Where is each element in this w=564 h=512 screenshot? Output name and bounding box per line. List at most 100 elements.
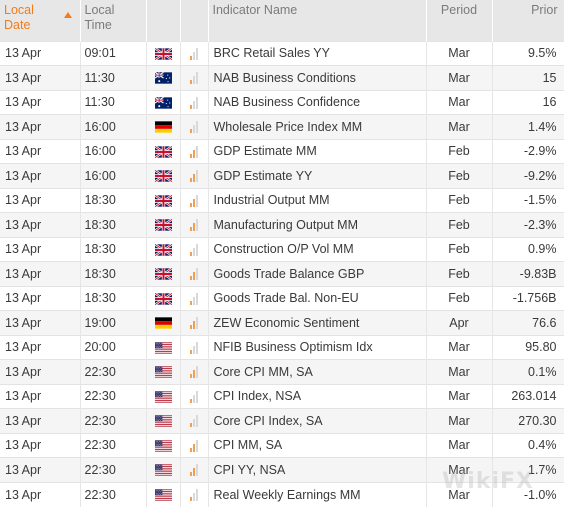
table-row[interactable]: 13 Apr 22:30 CPI MM, SA Mar 0.4% <box>0 432 564 458</box>
table-row[interactable]: 13 Apr 19:00 ZEW Economic Sentiment Apr … <box>0 310 564 335</box>
column-header-prior[interactable]: Prior <box>492 0 564 41</box>
period-cell: Feb <box>426 138 493 164</box>
indicator-name-cell[interactable]: Goods Trade Balance GBP <box>208 261 427 286</box>
indicator-name-cell[interactable]: Core CPI MM, SA <box>208 359 427 384</box>
table-row[interactable]: 13 Apr 09:01 BRC Retail Sales YY Mar 9.5… <box>0 40 564 66</box>
indicator-name-cell[interactable]: Goods Trade Bal. Non-EU <box>208 285 427 311</box>
table-row[interactable]: 13 Apr 22:30 Core CPI MM, SA Mar 0.1% <box>0 359 564 384</box>
table-row[interactable]: 13 Apr 22:30 CPI YY, NSA Mar 1.7% <box>0 457 564 482</box>
time-value: 16:00 <box>84 119 116 134</box>
table-row[interactable]: 13 Apr 22:30 Core CPI Index, SA Mar 270.… <box>0 408 564 433</box>
indicator-name-cell[interactable]: BRC Retail Sales YY <box>208 40 427 66</box>
time-value: 18:30 <box>84 291 116 306</box>
importance-icon <box>180 114 209 139</box>
table-row[interactable]: 13 Apr 18:30 Construction O/P Vol MM Feb… <box>0 236 564 262</box>
time-cell: 16:00 <box>80 163 147 188</box>
date-cell: 13 Apr <box>0 163 81 188</box>
time-cell: 18:30 <box>80 285 147 311</box>
indicator-name-label: Indicator Name <box>212 3 298 17</box>
prior-cell: -1.0% <box>492 481 564 507</box>
indicator-name-cell[interactable]: Manufacturing Output MM <box>208 212 427 237</box>
table-row[interactable]: 13 Apr 16:00 GDP Estimate MM Feb -2.9% <box>0 138 564 164</box>
prior-cell: 0.9% <box>492 236 564 262</box>
indicator-name-cell[interactable]: Core CPI Index, SA <box>208 408 427 433</box>
indicator-name-cell[interactable]: Wholesale Price Index MM <box>208 114 427 139</box>
period-cell: Mar <box>426 334 493 360</box>
prior-cell: -1.5% <box>492 187 564 213</box>
australia-flag-icon <box>146 65 181 90</box>
indicator-name-cell[interactable]: Real Weekly Earnings MM <box>208 481 427 507</box>
uk-flag-icon <box>146 261 181 286</box>
usa-flag-icon <box>146 334 181 360</box>
indicator-name-cell[interactable]: Construction O/P Vol MM <box>208 236 427 262</box>
date-cell: 13 Apr <box>0 89 81 115</box>
indicator-name-cell[interactable]: GDP Estimate YY <box>208 163 427 188</box>
table-row[interactable]: 13 Apr 18:30 Goods Trade Bal. Non-EU Feb… <box>0 285 564 311</box>
indicator-name-cell[interactable]: NFIB Business Optimism Idx <box>208 334 427 360</box>
column-header-local-time[interactable]: Local Time <box>80 0 147 41</box>
indicator-name-cell[interactable]: ZEW Economic Sentiment <box>208 310 427 335</box>
period-cell: Mar <box>426 408 493 433</box>
germany-flag-icon <box>146 310 181 335</box>
prior-cell: -2.3% <box>492 212 564 237</box>
date-cell: 13 Apr <box>0 481 81 507</box>
date-cell: 13 Apr <box>0 408 81 433</box>
prior-cell: -2.9% <box>492 138 564 164</box>
importance-icon <box>180 334 209 360</box>
time-cell: 16:00 <box>80 138 147 164</box>
prior-cell: -9.2% <box>492 163 564 188</box>
importance-icon <box>180 261 209 286</box>
indicator-name-cell[interactable]: GDP Estimate MM <box>208 138 427 164</box>
time-cell: 18:30 <box>80 261 147 286</box>
importance-icon <box>180 310 209 335</box>
date-cell: 13 Apr <box>0 310 81 335</box>
table-row[interactable]: 13 Apr 18:30 Manufacturing Output MM Feb… <box>0 212 564 237</box>
table-row[interactable]: 13 Apr 16:00 GDP Estimate YY Feb -9.2% <box>0 163 564 188</box>
indicator-name-cell[interactable]: NAB Business Confidence <box>208 89 427 115</box>
table-row[interactable]: 13 Apr 22:30 CPI Index, NSA Mar 263.014 <box>0 383 564 409</box>
table-row[interactable]: 13 Apr 18:30 Industrial Output MM Feb -1… <box>0 187 564 213</box>
time-cell: 18:30 <box>80 187 147 213</box>
indicator-name-cell[interactable]: Industrial Output MM <box>208 187 427 213</box>
sort-ascending-icon <box>63 12 72 18</box>
prior-cell: 9.5% <box>492 40 564 66</box>
table-row[interactable]: 13 Apr 11:30 NAB Business Confidence Mar… <box>0 89 564 115</box>
period-cell: Feb <box>426 236 493 262</box>
importance-icon <box>180 212 209 237</box>
time-cell: 22:30 <box>80 359 147 384</box>
time-value: 18:30 <box>84 193 116 208</box>
prior-cell: 16 <box>492 89 564 115</box>
column-header-period[interactable]: Period <box>426 0 493 41</box>
table-row[interactable]: 13 Apr 20:00 NFIB Business Optimism Idx … <box>0 334 564 360</box>
uk-flag-icon <box>146 138 181 164</box>
table-row[interactable]: 13 Apr 22:30 Real Weekly Earnings MM Mar… <box>0 481 564 507</box>
importance-icon <box>180 432 209 458</box>
time-cell: 22:30 <box>80 383 147 409</box>
table-row[interactable]: 13 Apr 16:00≈ Wholesale Price Index MM M… <box>0 114 564 139</box>
prior-cell: 15 <box>492 65 564 90</box>
usa-flag-icon <box>146 359 181 384</box>
indicator-name-cell[interactable]: NAB Business Conditions <box>208 65 427 90</box>
period-cell: Mar <box>426 359 493 384</box>
table-row[interactable]: 13 Apr 11:30 NAB Business Conditions Mar… <box>0 65 564 90</box>
period-cell: Feb <box>426 285 493 311</box>
uk-flag-icon <box>146 163 181 188</box>
importance-icon <box>180 40 209 66</box>
time-cell: 22:30 <box>80 481 147 507</box>
column-header-local-date[interactable]: Local Date <box>0 0 81 41</box>
indicator-name-cell[interactable]: CPI YY, NSA <box>208 457 427 482</box>
time-cell: 11:30 <box>80 89 147 115</box>
prior-cell: 270.30 <box>492 408 564 433</box>
indicator-name-cell[interactable]: CPI MM, SA <box>208 432 427 458</box>
date-cell: 13 Apr <box>0 40 81 66</box>
period-cell: Apr <box>426 310 493 335</box>
period-cell: Mar <box>426 114 493 139</box>
column-header-indicator-name[interactable]: Indicator Name <box>208 0 427 41</box>
indicator-name-cell[interactable]: CPI Index, NSA <box>208 383 427 409</box>
prior-cell: 1.4% <box>492 114 564 139</box>
importance-icon <box>180 163 209 188</box>
period-cell: Mar <box>426 40 493 66</box>
local-time-label: Local Time <box>84 3 115 32</box>
table-row[interactable]: 13 Apr 18:30 Goods Trade Balance GBP Feb… <box>0 261 564 286</box>
usa-flag-icon <box>146 457 181 482</box>
